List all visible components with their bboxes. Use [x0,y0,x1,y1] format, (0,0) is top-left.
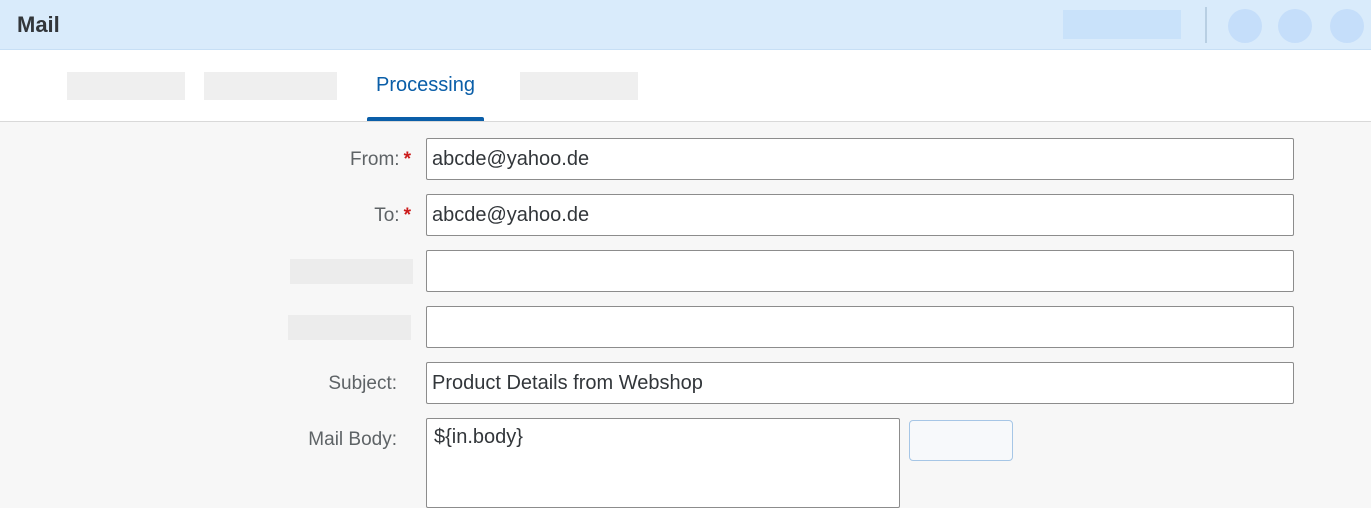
tab-bar: Processing [0,50,1371,122]
header-divider [1205,7,1207,43]
subject-field[interactable] [426,362,1294,404]
header-action-icon-3[interactable] [1330,9,1364,43]
tab-placeholder-2[interactable] [204,72,337,100]
from-field[interactable] [426,138,1294,180]
cc-field[interactable] [426,250,1294,292]
from-label: From: * [350,148,411,172]
subject-label: Subject: [328,373,397,394]
from-required-mark: * [403,149,411,170]
from-label-text: From: [349,149,400,170]
tab-placeholder-1[interactable] [67,72,185,100]
to-label-text: To: [374,205,400,226]
bcc-field[interactable] [426,306,1294,348]
header-action-icon-2[interactable] [1278,9,1312,43]
tab-processing-label: Processing [376,74,475,96]
mail-body-label: Mail Body: [308,429,397,450]
mail-form: From:* To:* Subject: Mail Body: ${in.bod… [0,122,1371,508]
page-title: Mail [17,12,60,37]
mail-body-side-button[interactable] [909,420,1013,461]
to-label: To: * [374,204,411,228]
to-field[interactable] [426,194,1294,236]
app-header: Mail [0,0,1371,50]
header-placeholder-button[interactable] [1063,10,1181,39]
bcc-label-placeholder [288,315,411,340]
tab-placeholder-3[interactable] [520,72,638,100]
mail-body-textarea[interactable]: ${in.body} [426,418,900,508]
header-action-icon-1[interactable] [1228,9,1262,43]
cc-label-placeholder [290,259,413,284]
tab-processing[interactable]: Processing [367,50,484,121]
to-required-mark: * [403,205,411,226]
tab-active-indicator [367,117,484,121]
